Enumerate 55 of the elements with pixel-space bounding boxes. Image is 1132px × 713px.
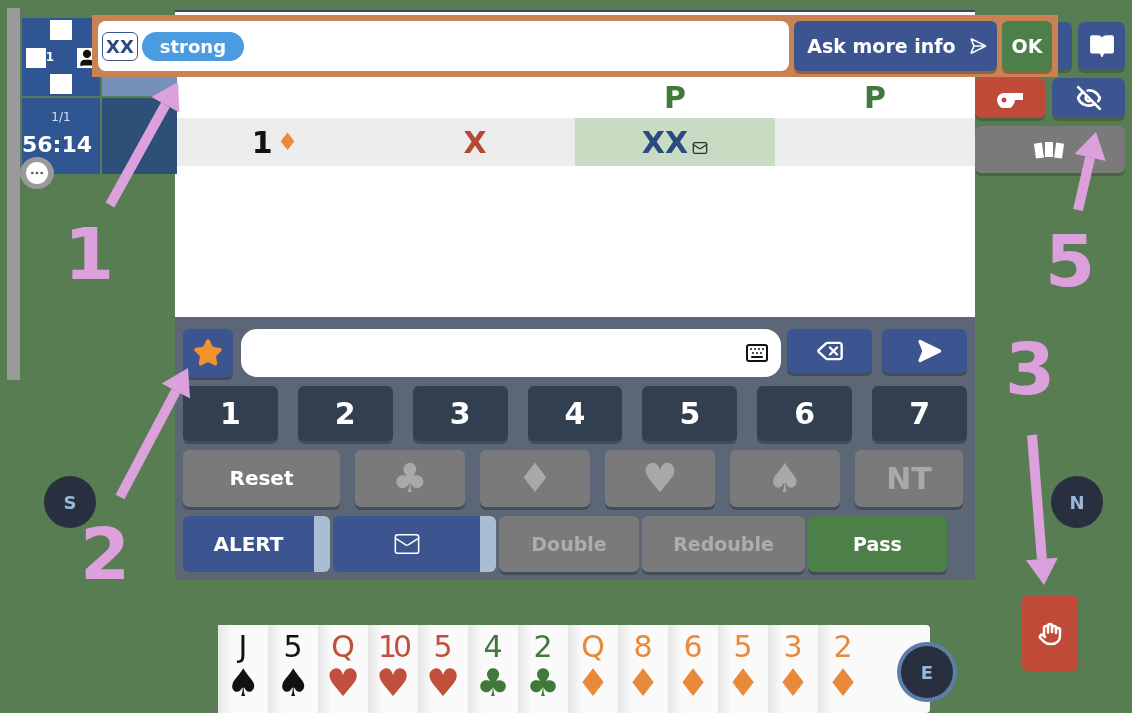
card-suit: ♦ [775,662,811,703]
card-rank: Q [331,630,355,663]
seat-marker: N [1051,476,1103,528]
card-rank: 2 [533,630,553,663]
card-suit: ♣ [475,662,511,703]
suit-symbol: ♦ [276,128,299,156]
card-suit: ♦ [725,662,761,703]
card-rank: 5 [283,630,303,663]
level-button[interactable]: 5 [642,385,738,441]
card-suit: ♦ [675,662,711,703]
card-rank: Q [581,630,605,663]
reset-button[interactable]: Reset [183,449,340,507]
level-button[interactable]: 6 [757,385,853,441]
card-suit: ♥ [375,662,411,703]
ask-more-info-button[interactable]: Ask more info [794,21,997,71]
card-rank: 2 [833,630,853,663]
tag-pill[interactable]: strong [141,31,245,61]
explanation-field[interactable]: XX strong [98,21,789,71]
level-button[interactable]: 4 [527,385,623,441]
level-button[interactable]: 7 [872,385,967,441]
card-rank: J [238,630,248,663]
level-button[interactable]: 3 [412,385,508,441]
pass-button[interactable]: Pass [808,515,947,572]
bid-text: 1 [251,124,273,160]
bid-chip: XX [102,31,138,61]
annotation-number: 1 [64,218,115,290]
bid-text: XX [641,124,689,160]
card-rank: 8 [633,630,653,663]
alert-button[interactable]: ALERT [183,515,330,572]
level-button[interactable]: 1 [183,385,278,441]
card-suit: ♥ [425,662,461,703]
seat-marker: E [901,646,953,698]
card-rank: 4 [483,630,503,663]
card-rank: 3 [783,630,803,663]
card-suit: ♥ [325,662,361,703]
board-number: 1 [45,50,55,64]
card-rank: 5 [733,630,753,663]
card-rank: 6 [683,630,703,663]
timer: 56:14 [22,131,92,157]
card-suit: ♦ [625,662,661,703]
bid-text: X [463,124,487,160]
board-count: 1/1 [51,109,71,124]
annotation-number: 5 [1045,225,1096,297]
level-button[interactable]: 2 [297,385,393,441]
card-suit: ♦ [575,662,611,703]
card-rank: 5 [433,630,453,663]
annotation-number: 3 [1005,333,1056,405]
card-rank: 10 [377,630,409,663]
bid-text: P [664,80,686,115]
bid-text: P [864,80,886,115]
card-suit: ♠ [275,662,311,703]
card-suit: ♣ [525,662,561,703]
card-suit: ♠ [225,662,261,703]
card-suit: ♦ [825,662,861,703]
ok-button[interactable]: OK [1002,21,1052,71]
